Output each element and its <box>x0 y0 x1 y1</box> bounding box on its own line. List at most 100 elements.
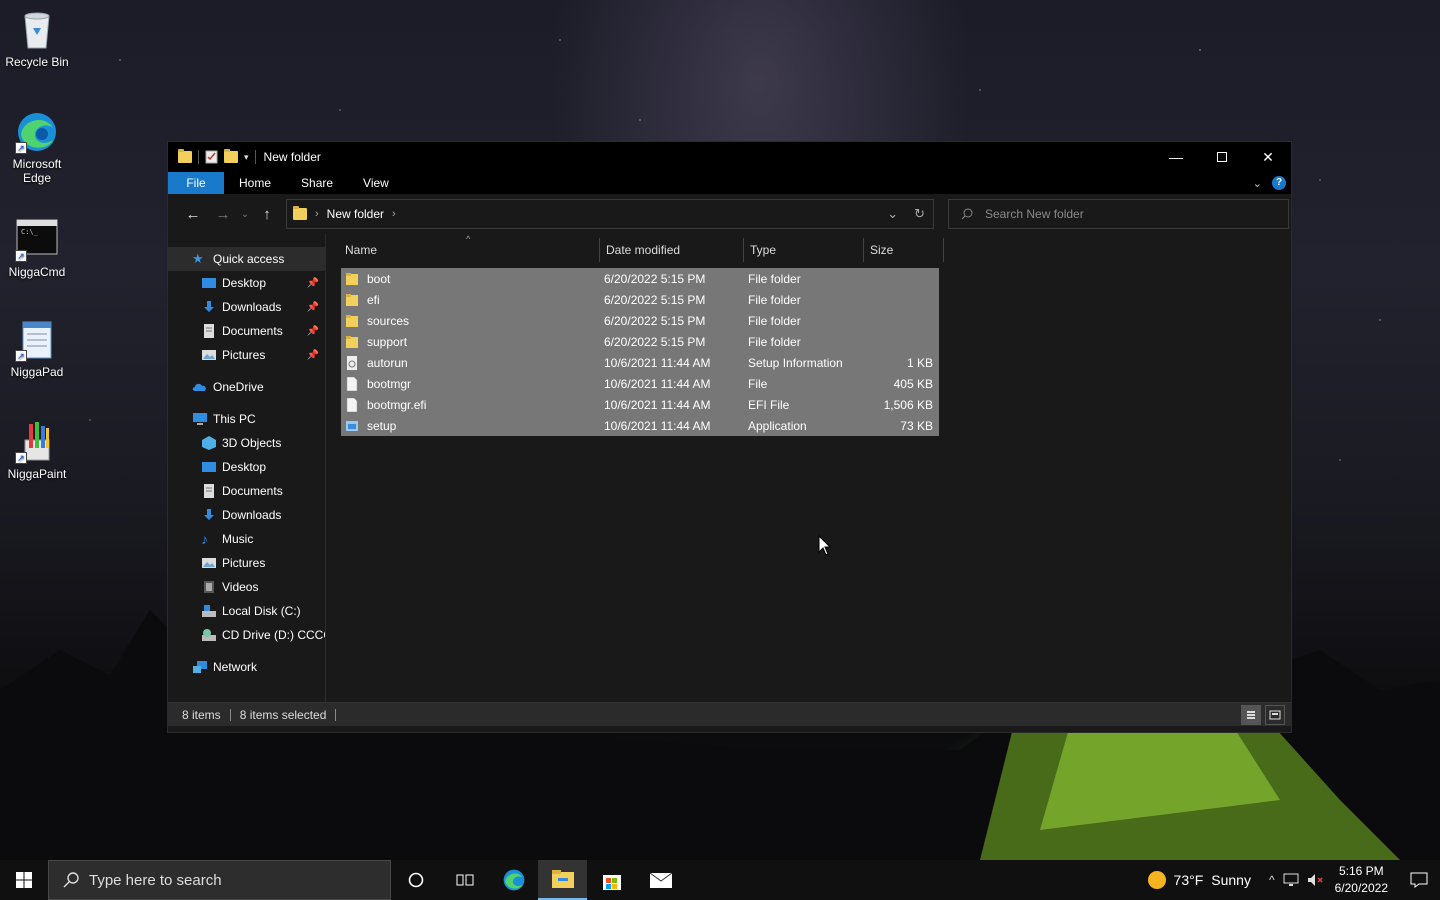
close-button[interactable]: ✕ <box>1245 142 1291 172</box>
shortcut-arrow-icon: ↗ <box>15 452 27 464</box>
arrow-right-icon: → <box>215 205 231 223</box>
nav-cd-drive-d[interactable]: CD Drive (D:) CCCO <box>168 623 325 647</box>
taskbar-search-placeholder: Type here to search <box>89 871 222 889</box>
weather-widget[interactable]: 73°F Sunny <box>1147 871 1251 889</box>
tab-view[interactable]: View <box>348 172 404 194</box>
nav-desktop[interactable]: Desktop <box>168 455 325 479</box>
search-box[interactable]: Search New folder <box>948 199 1289 229</box>
column-header-name[interactable]: Name <box>343 238 600 262</box>
nav-label: Pictures <box>222 556 266 570</box>
maximize-button[interactable] <box>1199 142 1245 172</box>
file-row[interactable]: autorun 10/6/2021 11:44 AM Setup Informati… <box>341 352 939 373</box>
expand-ribbon-chevron-icon[interactable]: ⌄ <box>1253 177 1262 190</box>
folder-icon <box>346 335 367 349</box>
up-button[interactable]: ↑ <box>252 206 282 223</box>
file-name: bootmgr.efi <box>367 397 427 412</box>
volume-muted-icon[interactable] <box>1307 873 1325 887</box>
desktop-icon-niggapaint[interactable]: ↗ NiggaPaint <box>2 420 72 481</box>
network-icon <box>193 661 207 673</box>
column-header-type[interactable]: Type <box>744 238 864 262</box>
address-bar[interactable]: › New folder › ⌄ ↻ <box>286 199 934 229</box>
taskbar-file-explorer-button[interactable] <box>538 860 587 900</box>
nav-local-disk-c[interactable]: Local Disk (C:) <box>168 599 325 623</box>
title-bar[interactable]: ▾ New folder — ✕ <box>168 142 1291 172</box>
nav-downloads-pinned[interactable]: Downloads 📌 <box>168 295 325 319</box>
properties-icon[interactable] <box>205 150 218 164</box>
file-type: File folder <box>748 313 801 328</box>
refresh-icon[interactable]: ↻ <box>914 206 925 222</box>
file-row[interactable]: bootmgr.efi 10/6/2021 11:44 AM EFI File 1,5… <box>341 394 939 415</box>
file-row[interactable]: setup 10/6/2021 11:44 AM Application 73 KB <box>341 415 939 436</box>
task-view-icon <box>456 874 473 886</box>
clock[interactable]: 5:16 PM 6/20/2022 <box>1335 863 1388 897</box>
nav-label: Videos <box>222 580 259 594</box>
task-view-button[interactable] <box>440 860 489 900</box>
nav-quick-access[interactable]: ★ Quick access <box>168 247 325 271</box>
notification-icon <box>1410 872 1428 888</box>
maximize-icon <box>1217 152 1227 162</box>
nav-label: Local Disk (C:) <box>222 604 301 618</box>
documents-icon <box>204 484 214 498</box>
nav-label: 3D Objects <box>222 436 282 450</box>
breadcrumb[interactable]: New folder <box>327 207 384 221</box>
show-hidden-icons-chevron-icon[interactable]: ^ <box>1269 873 1275 887</box>
file-list-pane[interactable]: ^ Name Date modified Type Size boot 6/20/… <box>326 234 1291 702</box>
back-button[interactable]: ← <box>178 206 208 223</box>
desktop-icon-recycle-bin[interactable]: Recycle Bin <box>2 8 72 69</box>
file-row[interactable]: sources 6/20/2022 5:15 PM File folder <box>341 310 939 331</box>
tab-file[interactable]: File <box>168 172 224 194</box>
network-status-icon[interactable] <box>1283 873 1299 887</box>
nav-downloads[interactable]: Downloads <box>168 503 325 527</box>
chevron-down-icon: ⌄ <box>240 208 250 220</box>
large-icons-view-button[interactable] <box>1265 704 1285 725</box>
file-name: support <box>367 334 408 349</box>
edge-icon <box>503 869 524 891</box>
nav-onedrive[interactable]: OneDrive <box>168 375 325 399</box>
system-tray: 73°F Sunny ^ 5:16 PM 6/20/2022 <box>1147 860 1440 900</box>
tab-home[interactable]: Home <box>224 172 286 194</box>
folder-icon <box>346 314 367 328</box>
file-size: 73 KB <box>900 418 933 433</box>
help-icon[interactable]: ? <box>1272 176 1286 190</box>
action-center-button[interactable] <box>1398 872 1440 888</box>
column-header-size[interactable]: Size <box>864 238 944 262</box>
minimize-button[interactable]: — <box>1153 142 1199 172</box>
taskbar-search-box[interactable]: Type here to search <box>48 860 391 900</box>
taskbar-store-button[interactable] <box>587 860 636 900</box>
nav-this-pc[interactable]: This PC <box>168 407 325 431</box>
weather-temperature: 73°F <box>1173 872 1204 888</box>
chevron-right-icon[interactable]: › <box>392 208 396 220</box>
file-row[interactable]: bootmgr 10/6/2021 11:44 AM File 405 KB <box>341 373 939 394</box>
nav-music[interactable]: ♪ Music <box>168 527 325 551</box>
nav-videos[interactable]: Videos <box>168 575 325 599</box>
address-history-chevron-icon[interactable]: ⌄ <box>887 206 898 222</box>
nav-pictures-pinned[interactable]: Pictures 📌 <box>168 343 325 367</box>
nav-3d-objects[interactable]: 3D Objects <box>168 431 325 455</box>
nav-pictures[interactable]: Pictures <box>168 551 325 575</box>
arrow-left-icon: ← <box>185 205 201 223</box>
details-view-button[interactable] <box>1241 704 1261 725</box>
nav-documents-pinned[interactable]: Documents 📌 <box>168 319 325 343</box>
file-row[interactable]: boot 6/20/2022 5:15 PM File folder <box>341 268 939 289</box>
desktop-icon-microsoft-edge[interactable]: ↗ Microsoft Edge <box>2 110 72 185</box>
tab-share[interactable]: Share <box>286 172 348 194</box>
nav-desktop-pinned[interactable]: Desktop 📌 <box>168 271 325 295</box>
desktop-icon-niggacmd[interactable]: C:\_ ↗ NiggaCmd <box>2 218 72 279</box>
star-icon: ★ <box>192 251 204 266</box>
start-button[interactable] <box>0 860 48 900</box>
desktop-icon-niggapad[interactable]: ↗ NiggaPad <box>2 318 72 379</box>
desktop-icon <box>202 278 216 288</box>
cortana-button[interactable] <box>391 860 440 900</box>
nav-network[interactable]: Network <box>168 655 325 679</box>
nav-label: Desktop <box>222 460 267 474</box>
file-row[interactable]: support 6/20/2022 5:15 PM File folder <box>341 331 939 352</box>
customize-toolbar-chevron-icon[interactable]: ▾ <box>244 152 249 163</box>
taskbar-edge-button[interactable] <box>489 860 538 900</box>
forward-button[interactable]: → <box>208 206 238 223</box>
taskbar-mail-button[interactable] <box>636 860 685 900</box>
recent-locations-button[interactable]: ⌄ <box>238 209 252 220</box>
column-header-date-modified[interactable]: Date modified <box>600 238 744 262</box>
file-row[interactable]: efi 6/20/2022 5:15 PM File folder <box>341 289 939 310</box>
nav-documents[interactable]: Documents <box>168 479 325 503</box>
new-folder-icon[interactable] <box>224 149 238 163</box>
